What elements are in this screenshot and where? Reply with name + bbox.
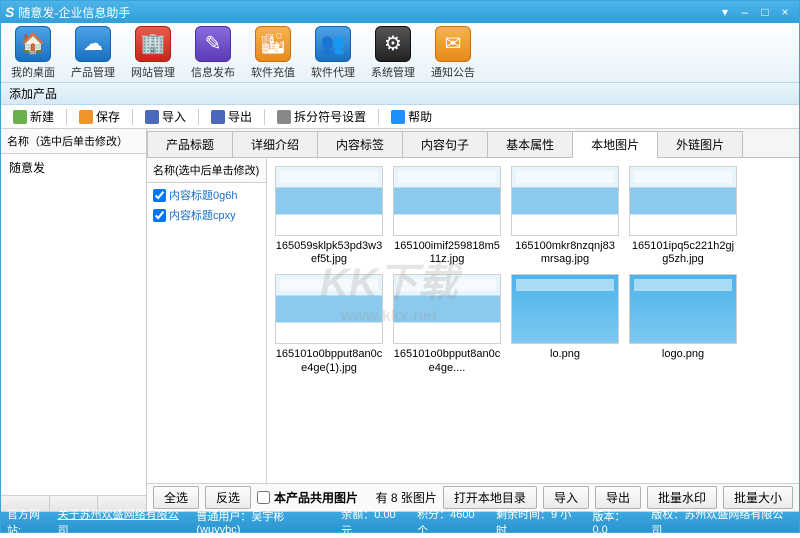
toolbar-recharge[interactable]: 🏙软件充值	[249, 26, 297, 80]
toolbar-product[interactable]: ☁产品管理	[69, 26, 117, 80]
new-button[interactable]: 新建	[7, 106, 60, 127]
titlebar[interactable]: S 随意发-企业信息助手 ▾ – □ ×	[1, 1, 799, 23]
main-toolbar: 🏠我的桌面☁产品管理🏢网站管理✎信息发布🏙软件充值👥软件代理⚙系统管理✉通知公告	[1, 23, 799, 83]
agent-icon: 👥	[315, 26, 351, 62]
status-version: 版本：0.0	[592, 508, 640, 536]
status-copyright: 版权：苏州欢盛网络有限公司	[651, 506, 793, 538]
close-button[interactable]: ×	[775, 5, 795, 19]
thumbnail-label: 165101ipq5c221h2gjg5zh.jpg	[629, 240, 737, 266]
section-title: 添加产品	[9, 85, 57, 102]
section-header: 添加产品	[1, 83, 799, 105]
tab-5[interactable]: 本地图片	[572, 131, 658, 158]
thumbnail-image[interactable]	[629, 274, 737, 344]
thumbnail-label: 165100mkr8nzqnj83mrsag.jpg	[511, 240, 619, 266]
tab-4[interactable]: 基本属性	[487, 131, 573, 157]
left-item[interactable]: 随意发	[1, 156, 146, 179]
site-label: 官方网站:	[7, 506, 54, 538]
image-count: 有 8 张图片	[376, 489, 437, 506]
export-button[interactable]: 导出	[205, 106, 258, 127]
tab-content: 名称(选中后单击修改) 内容标题0g6h内容标题cpxy 165059sklpk…	[147, 158, 799, 483]
tab-0[interactable]: 产品标题	[147, 131, 233, 157]
toolbar-system[interactable]: ⚙系统管理	[369, 26, 417, 80]
thumbnail[interactable]: lo.png	[511, 274, 619, 374]
help-icon	[391, 110, 405, 124]
desktop-icon: 🏠	[15, 26, 51, 62]
thumbnail-image[interactable]	[511, 166, 619, 236]
notice-icon: ✉	[435, 26, 471, 62]
website-icon: 🏢	[135, 26, 171, 62]
app-window: S 随意发-企业信息助手 ▾ – □ × 🏠我的桌面☁产品管理🏢网站管理✎信息发…	[0, 0, 800, 533]
thumbnail-label: lo.png	[550, 348, 580, 361]
minimize-button[interactable]: –	[735, 5, 755, 19]
status-points: 积分：4600个	[417, 506, 485, 538]
toolbar-desktop[interactable]: 🏠我的桌面	[9, 26, 57, 80]
split-button[interactable]: 拆分符号设置	[271, 106, 372, 127]
thumbnail-label: 165101o0bpput8an0ce4ge....	[393, 348, 501, 374]
content-title-item[interactable]: 内容标题cpxy	[151, 205, 262, 225]
content-title-item[interactable]: 内容标题0g6h	[151, 185, 262, 205]
tab-6[interactable]: 外链图片	[657, 131, 743, 157]
thumbnail-image[interactable]	[629, 166, 737, 236]
tab-1[interactable]: 详细介绍	[232, 131, 318, 157]
product-icon: ☁	[75, 26, 111, 62]
maximize-button[interactable]: □	[755, 5, 775, 19]
status-user: 普通用户：吴宇彬 (wuyybc)	[196, 508, 330, 536]
export-icon	[211, 110, 225, 124]
recharge-icon: 🏙	[255, 26, 291, 62]
tab-3[interactable]: 内容句子	[402, 131, 488, 157]
invert-select-button[interactable]: 反选	[205, 486, 251, 509]
help-button[interactable]: 帮助	[385, 106, 438, 127]
app-logo-icon: S	[5, 4, 14, 20]
thumbnail[interactable]: 165100imif259818m511z.jpg	[393, 166, 501, 266]
sub-left-panel: 名称(选中后单击修改) 内容标题0g6h内容标题cpxy	[147, 158, 267, 483]
left-panel: 名称（选中后单击修改） 随意发	[1, 129, 147, 511]
thumbnail[interactable]: 165101o0bpput8an0ce4ge....	[393, 274, 501, 374]
tab-bar: 产品标题详细介绍内容标签内容句子基本属性本地图片外链图片	[147, 129, 799, 158]
thumbnail[interactable]: 165101ipq5c221h2gjg5zh.jpg	[629, 166, 737, 266]
thumbnail-image[interactable]	[275, 166, 383, 236]
toolbar-publish[interactable]: ✎信息发布	[189, 26, 237, 80]
thumbnail-label: 165059sklpk53pd3w3ef5t.jpg	[275, 240, 383, 266]
import-button[interactable]: 导入	[139, 106, 192, 127]
import-icon	[145, 110, 159, 124]
thumbnail-label: logo.png	[662, 348, 704, 361]
thumbnail-image[interactable]	[393, 166, 501, 236]
save-icon	[79, 110, 93, 124]
right-area: 产品标题详细介绍内容标签内容句子基本属性本地图片外链图片 名称(选中后单击修改)…	[147, 129, 799, 511]
action-toolbar: 新建保存导入导出拆分符号设置帮助	[1, 105, 799, 129]
thumbnail[interactable]: 165101o0bpput8an0ce4ge(1).jpg	[275, 274, 383, 374]
toolbar-agent[interactable]: 👥软件代理	[309, 26, 357, 80]
thumbnail-area[interactable]: 165059sklpk53pd3w3ef5t.jpg 165100imif2598…	[267, 158, 799, 483]
left-panel-header: 名称（选中后单击修改）	[1, 129, 146, 154]
status-bar: 官方网站: 关于苏州欢盛网络有限公司 普通用户：吴宇彬 (wuyybc) 余额：…	[1, 512, 799, 532]
tab-2[interactable]: 内容标签	[317, 131, 403, 157]
status-balance: 余额：0.00元	[341, 506, 406, 538]
content-title-list[interactable]: 内容标题0g6h内容标题cpxy	[147, 183, 266, 483]
site-link[interactable]: 关于苏州欢盛网络有限公司	[58, 506, 189, 538]
system-icon: ⚙	[375, 26, 411, 62]
thumbnail[interactable]: 165059sklpk53pd3w3ef5t.jpg	[275, 166, 383, 266]
split-icon	[277, 110, 291, 124]
publish-icon: ✎	[195, 26, 231, 62]
thumbnail[interactable]: logo.png	[629, 274, 737, 374]
sub-left-header: 名称(选中后单击修改)	[147, 158, 266, 183]
left-panel-list[interactable]: 随意发	[1, 154, 146, 495]
shared-images-checkbox[interactable]: 本产品共用图片	[257, 489, 358, 506]
thumbnail-label: 165101o0bpput8an0ce4ge(1).jpg	[275, 348, 383, 374]
save-button[interactable]: 保存	[73, 106, 126, 127]
thumbnail[interactable]: 165100mkr8nzqnj83mrsag.jpg	[511, 166, 619, 266]
window-title: 随意发-企业信息助手	[18, 4, 130, 21]
toolbar-notice[interactable]: ✉通知公告	[429, 26, 477, 80]
status-time: 剩余时间：9 小时	[496, 506, 581, 538]
thumbnail-image[interactable]	[393, 274, 501, 344]
new-icon	[13, 110, 27, 124]
settings-icon[interactable]: ▾	[715, 5, 735, 19]
export-images-button[interactable]: 导出	[595, 486, 641, 509]
thumbnail-label: 165100imif259818m511z.jpg	[393, 240, 501, 266]
thumbnail-image[interactable]	[275, 274, 383, 344]
toolbar-website[interactable]: 🏢网站管理	[129, 26, 177, 80]
thumbnail-image[interactable]	[511, 274, 619, 344]
